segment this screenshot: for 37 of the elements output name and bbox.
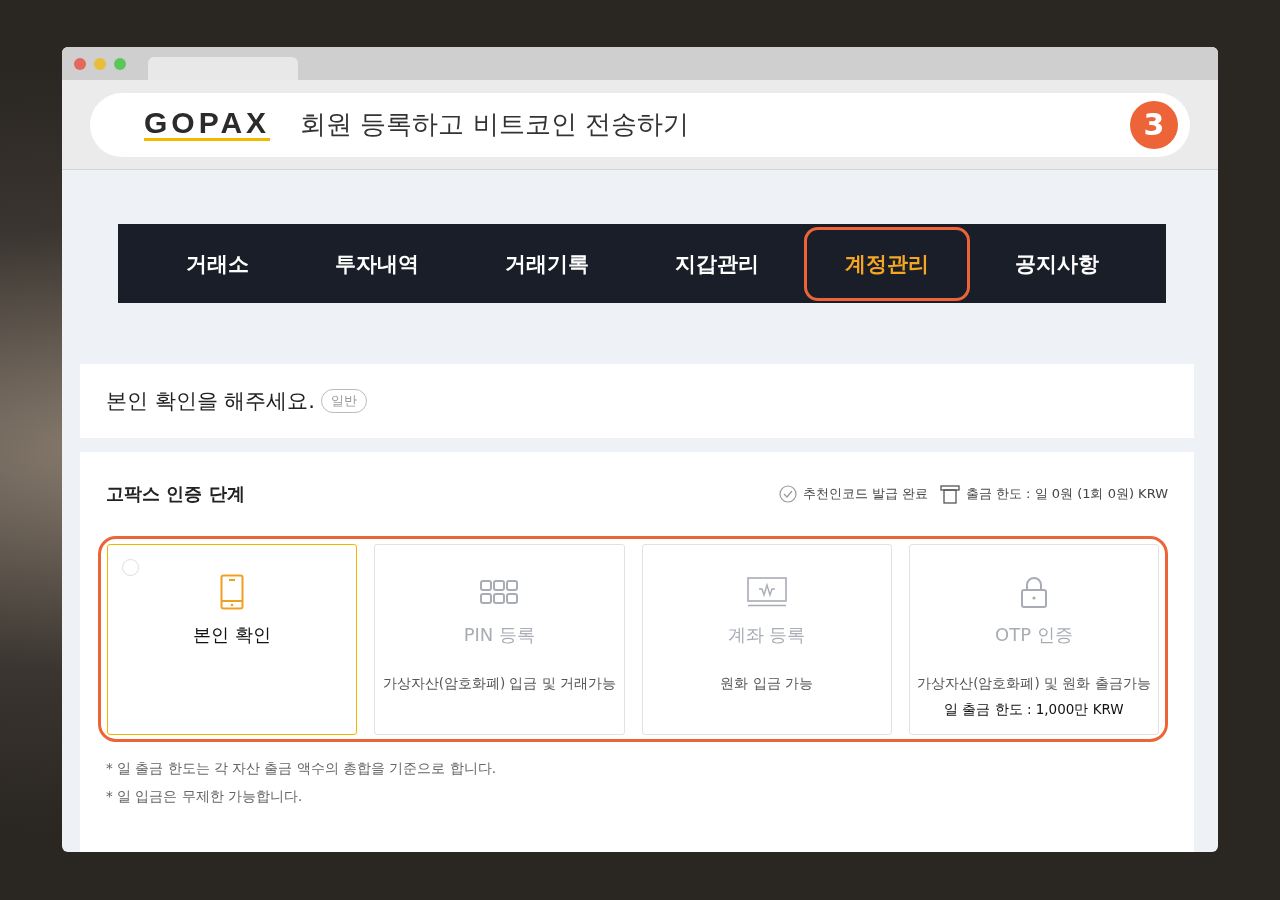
section-title: 고팍스 인증 단계 [106, 482, 246, 506]
phone-icon [220, 574, 245, 610]
minimize-dot-icon[interactable] [94, 57, 106, 70]
laptop-icon [746, 577, 787, 607]
banner-title: 회원 등록하고 비트코인 전송하기 [300, 108, 690, 141]
footnote: * 일 출금 한도는 각 자산 출금 액수의 총합을 기준으로 합니다. [106, 760, 497, 778]
notice-text: 본인 확인을 해주세요. [106, 388, 316, 415]
browser-tab[interactable] [148, 57, 298, 80]
step-description: 원화 입금 가능 [720, 675, 813, 693]
close-dot-icon[interactable] [74, 57, 86, 70]
nav-tab[interactable]: 계정관리 [803, 226, 970, 301]
step-card[interactable]: 본인 확인 [107, 544, 358, 735]
grid-icon [480, 580, 519, 604]
document-icon [939, 484, 960, 504]
logo: GOPAX [144, 108, 271, 141]
step-card[interactable]: PIN 등록 가상자산(암호화폐) 입금 및 거래가능 [374, 544, 625, 735]
step-title: PIN 등록 [463, 623, 536, 647]
status-text: 출금 한도 : 일 0원 (1회 0원) KRW [965, 485, 1168, 503]
step-card[interactable]: 계좌 등록 원화 입금 가능 [641, 544, 892, 735]
nav-tab[interactable]: 지갑관리 [633, 226, 800, 301]
step-title: OTP 인증 [995, 623, 1073, 647]
step-description: 일 출금 한도 : 1,000만 KRW [944, 701, 1124, 719]
nav-tab[interactable]: 투자내역 [293, 226, 460, 301]
step-title: 계좌 등록 [727, 623, 806, 647]
step-title: 본인 확인 [193, 623, 271, 647]
step-description: 가상자산(암호화폐) 및 원화 출금가능 [917, 675, 1151, 693]
step-description: 가상자산(암호화폐) 입금 및 거래가능 [382, 675, 617, 693]
step-card[interactable]: OTP 인증 가상자산(암호화폐) 및 원화 출금가능 일 출금 한도 : 1,000만 KRW [908, 544, 1159, 735]
nav-tab[interactable]: 공지사항 [973, 226, 1140, 301]
lock-icon [1019, 576, 1048, 608]
footnote: * 일 입금은 무제한 가능합니다. [106, 788, 304, 806]
step-badge: 3 [1130, 100, 1178, 149]
nav-tab[interactable]: 거래기록 [463, 226, 630, 301]
check-circle-icon [778, 485, 797, 503]
maximize-dot-icon[interactable] [114, 57, 126, 70]
status-text: 추천인코드 발급 완료 [802, 485, 928, 503]
nav-tab[interactable]: 거래소 [144, 226, 290, 301]
